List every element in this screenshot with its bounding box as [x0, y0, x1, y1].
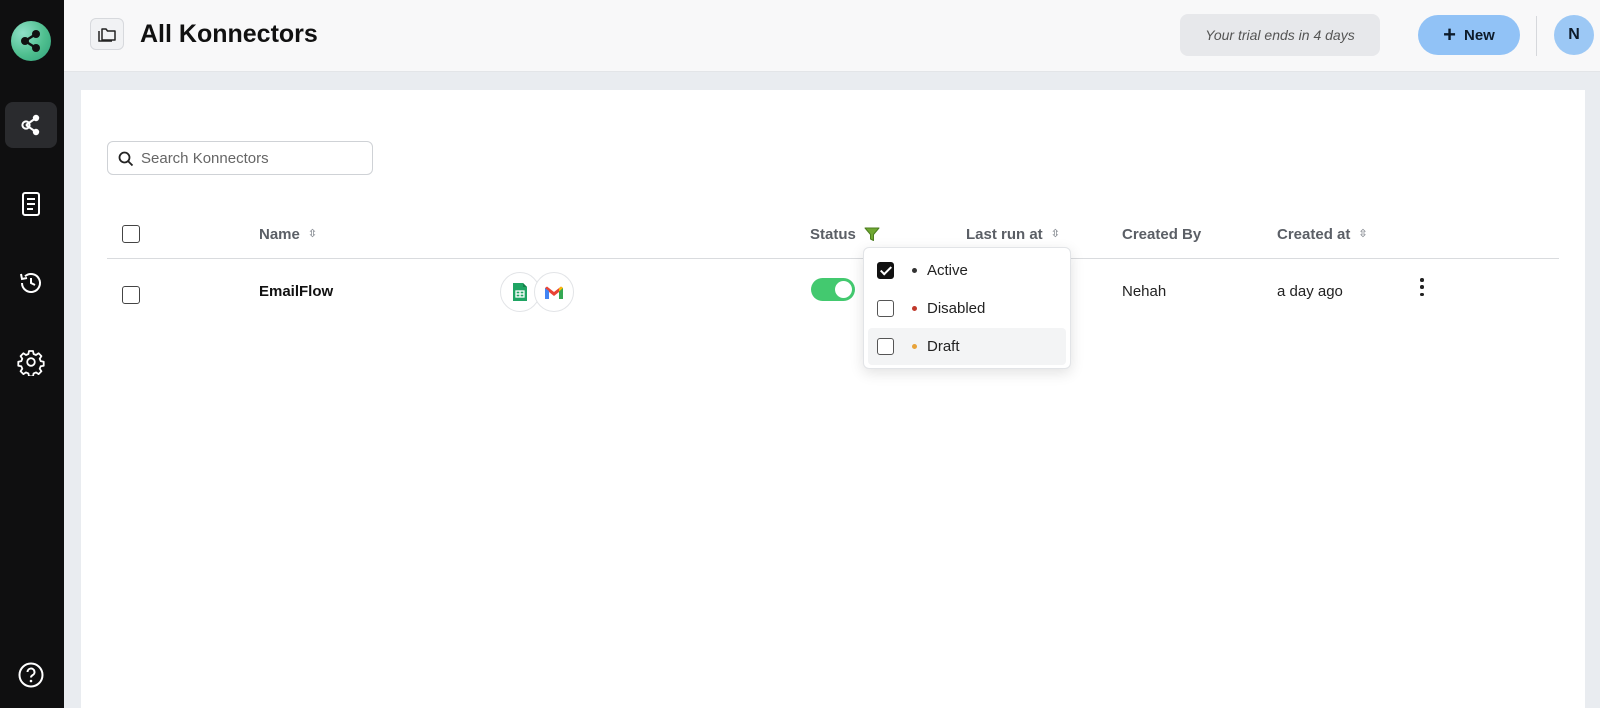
gear-icon — [17, 350, 45, 376]
search-box[interactable] — [107, 141, 373, 175]
column-header-created-by: Created By — [1122, 226, 1201, 243]
filter-checkbox[interactable] — [877, 338, 894, 355]
sidebar-item-settings[interactable] — [5, 339, 57, 385]
row-checkbox[interactable] — [122, 286, 140, 304]
share-icon — [21, 30, 40, 52]
search-input[interactable] — [141, 143, 366, 173]
page-title: All Konnectors — [140, 20, 318, 48]
filter-option-label: Active — [927, 262, 968, 279]
column-header-created-at[interactable]: Created at ⇳ — [1277, 226, 1368, 243]
filter-option-label: Disabled — [927, 300, 986, 317]
column-label: Created By — [1122, 226, 1202, 243]
konnector-name[interactable]: EmailFlow — [259, 283, 333, 300]
status-toggle[interactable] — [811, 278, 855, 301]
created-at-cell: a day ago — [1277, 283, 1343, 300]
sort-icon[interactable]: ⇳ — [308, 229, 317, 240]
logo[interactable] — [11, 21, 51, 61]
filter-icon[interactable] — [864, 227, 880, 242]
column-header-status: Status — [810, 226, 880, 243]
created-by-cell: Nehah — [1122, 283, 1167, 300]
sidebar-item-konnectors[interactable] — [5, 102, 57, 148]
history-icon — [20, 273, 41, 293]
column-header-name[interactable]: Name ⇳ — [259, 226, 317, 243]
folder-icon — [98, 28, 116, 42]
column-label: Name — [259, 226, 300, 243]
column-label: Status — [810, 226, 856, 243]
sort-icon[interactable]: ⇳ — [1358, 229, 1367, 240]
filter-checkbox[interactable] — [877, 300, 894, 317]
help-icon — [18, 662, 44, 688]
column-label: Created at — [1277, 226, 1351, 243]
sort-icon[interactable]: ⇳ — [1051, 229, 1060, 240]
filter-option-active[interactable]: Active — [868, 252, 1066, 289]
status-dot — [912, 268, 917, 273]
table-header-divider — [107, 258, 1559, 259]
document-icon — [22, 192, 40, 216]
sidebar-item-history[interactable] — [5, 260, 57, 306]
search-icon — [118, 151, 134, 167]
sidebar — [0, 0, 64, 708]
new-button-label: New — [1464, 26, 1495, 44]
filter-option-disabled[interactable]: Disabled — [868, 290, 1066, 327]
header-divider — [1536, 16, 1537, 56]
status-dot — [912, 306, 917, 311]
select-all-checkbox[interactable] — [122, 225, 140, 243]
main-content: Name ⇳ Status Last run at ⇳ Created By C… — [81, 90, 1585, 708]
gmail-icon — [534, 272, 574, 312]
trial-banner: Your trial ends in 4 days — [1180, 14, 1380, 56]
column-header-last-run[interactable]: Last run at ⇳ — [966, 226, 1060, 243]
status-dot — [912, 344, 917, 349]
avatar[interactable]: N — [1554, 15, 1594, 55]
filter-checkbox[interactable] — [877, 262, 894, 279]
plus-icon: + — [1443, 22, 1456, 47]
sidebar-item-help[interactable] — [5, 652, 57, 698]
share-icon — [21, 114, 40, 136]
folders-button[interactable] — [90, 18, 124, 50]
toggle-knob — [835, 281, 852, 298]
new-konnector-button[interactable]: + New — [1418, 15, 1520, 55]
filter-option-label: Draft — [927, 338, 960, 355]
top-bar: All Konnectors Your trial ends in 4 days… — [64, 0, 1600, 72]
column-label: Last run at — [966, 226, 1043, 243]
row-actions-icon[interactable] — [1417, 276, 1427, 298]
filter-option-draft[interactable]: Draft — [868, 328, 1066, 365]
sidebar-item-logs[interactable] — [5, 181, 57, 227]
status-filter-dropdown: Active Disabled Draft — [863, 247, 1071, 369]
